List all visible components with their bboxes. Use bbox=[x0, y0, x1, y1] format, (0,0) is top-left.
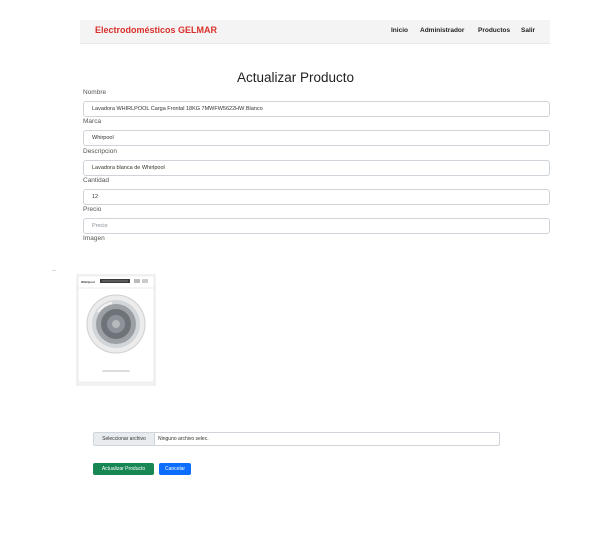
nav-inicio[interactable]: Inicio bbox=[391, 27, 408, 34]
nombre-input[interactable] bbox=[83, 101, 550, 117]
descripcion-input[interactable] bbox=[83, 160, 550, 176]
file-input[interactable]: Seleccionar archivo Ninguno archivo sele… bbox=[93, 432, 500, 446]
nav-salir[interactable]: Salir bbox=[521, 27, 535, 34]
nav-administrador[interactable]: Administrador bbox=[420, 27, 464, 34]
nav-productos[interactable]: Productos bbox=[478, 27, 510, 34]
cantidad-input[interactable] bbox=[83, 189, 550, 205]
update-product-button[interactable]: Actualizar Producto bbox=[93, 463, 154, 475]
page-title: Actualizar Producto bbox=[236, 70, 355, 85]
select-file-button[interactable]: Seleccionar archivo bbox=[94, 433, 155, 445]
brand-link[interactable]: Electrodomésticos GELMAR bbox=[95, 25, 217, 35]
marca-input[interactable] bbox=[83, 130, 550, 146]
product-image: Whirlpool bbox=[76, 274, 156, 386]
marca-label: Marca bbox=[83, 118, 102, 125]
nombre-label: Nombre bbox=[83, 89, 107, 96]
descripcion-label: Descripcion bbox=[83, 148, 117, 155]
precio-label: Precio bbox=[83, 206, 102, 213]
navbar: Electrodomésticos GELMAR Inicio Administ… bbox=[80, 20, 550, 44]
cantidad-label: Cantidad bbox=[83, 177, 110, 184]
divider-mark bbox=[52, 270, 56, 271]
precio-input[interactable] bbox=[83, 218, 550, 234]
brand-logo-text: Whirlpool bbox=[81, 280, 95, 284]
imagen-label: Imagen bbox=[83, 235, 105, 242]
file-status: Ninguno archivo selec. bbox=[158, 436, 209, 442]
cancel-button[interactable]: Cancelar bbox=[159, 463, 191, 475]
washing-machine-icon: Whirlpool bbox=[76, 274, 156, 386]
